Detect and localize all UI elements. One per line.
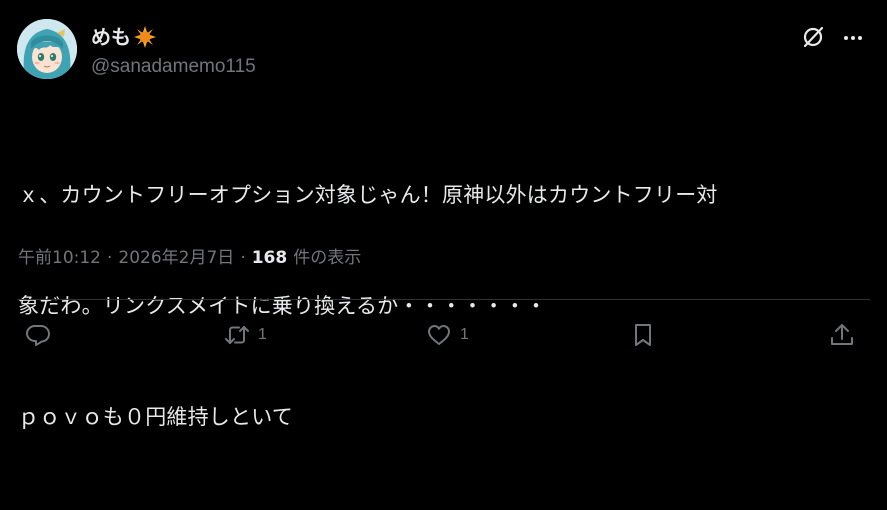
- tweet-meta: 午前10:12 · 2026年2月7日 · 168 件の表示: [18, 245, 361, 271]
- share-button[interactable]: [829, 315, 855, 355]
- like-button[interactable]: 1: [426, 315, 469, 355]
- post-time[interactable]: 午前10:12: [18, 245, 101, 271]
- view-label: 件の表示: [293, 248, 362, 268]
- meta-separator: ·: [107, 248, 113, 268]
- reply-button[interactable]: [25, 315, 59, 355]
- meta-separator: ·: [240, 248, 246, 268]
- retweet-count: 1: [258, 326, 267, 343]
- more-options-icon[interactable]: [840, 24, 866, 50]
- bookmark-icon: [630, 322, 656, 348]
- tweet-text-line: ｐｏｖｏも０円維持しといて: [18, 405, 293, 429]
- action-bar: 1 1: [0, 315, 887, 355]
- heart-icon: [426, 322, 452, 348]
- post-date[interactable]: 2026年2月7日: [118, 245, 234, 271]
- author-name-row[interactable]: めも: [91, 24, 156, 50]
- share-icon: [829, 322, 855, 348]
- grok-icon[interactable]: [800, 24, 826, 50]
- tweet-text: ｘ、カウントフリーオプション対象じゃん！原神以外はカウントフリー対 象だわ。リン…: [18, 103, 870, 510]
- tweet-text-line: ｘ、カウントフリーオプション対象じゃん！原神以外はカウントフリー対: [18, 183, 718, 207]
- view-count[interactable]: 168: [252, 245, 288, 271]
- retweet-button[interactable]: 1: [224, 315, 267, 355]
- author-handle[interactable]: @sanadamemo115: [91, 55, 256, 79]
- avatar[interactable]: [17, 19, 77, 79]
- like-count: 1: [460, 326, 469, 343]
- bookmark-button[interactable]: [630, 315, 656, 355]
- reply-icon: [25, 322, 51, 348]
- retweet-icon: [224, 322, 250, 348]
- display-name[interactable]: めも: [91, 24, 131, 50]
- tweet-card: めも @sanadamemo115 ｘ、カウントフリーオプション対象じゃん！原神…: [0, 0, 887, 429]
- divider: [17, 299, 870, 300]
- sun-icon: [134, 26, 156, 48]
